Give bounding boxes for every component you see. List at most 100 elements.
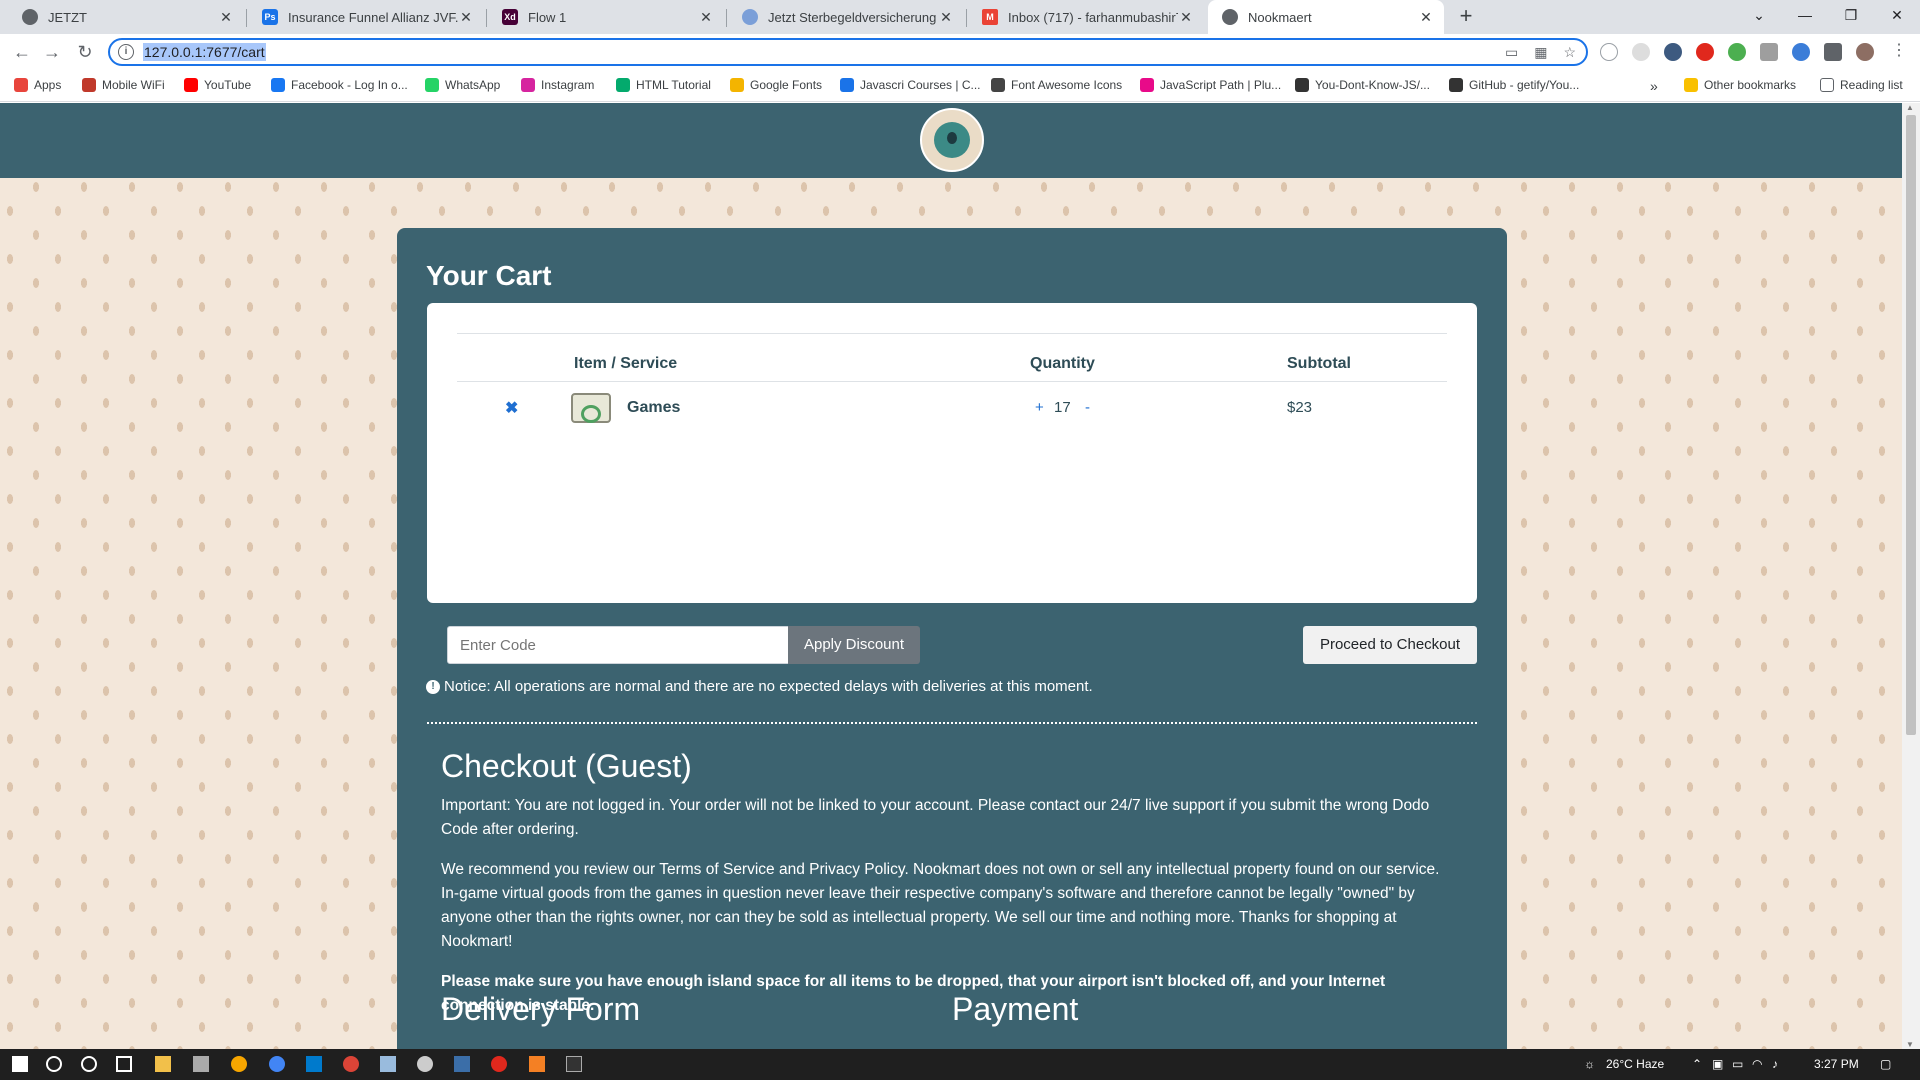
scroll-down-icon[interactable]: ▼ (1906, 1040, 1914, 1049)
vscode-icon[interactable] (306, 1056, 322, 1072)
bookmark-javascript-courses[interactable]: Javascri Courses | C... (840, 78, 980, 92)
extension-gear-icon[interactable] (1792, 43, 1810, 61)
notice-text: Notice: All operations are normal and th… (444, 678, 1093, 695)
close-tab-icon[interactable]: ✕ (938, 9, 954, 25)
maximize-button[interactable]: ❐ (1828, 0, 1874, 30)
notepad-icon[interactable] (380, 1056, 396, 1072)
close-tab-icon[interactable]: ✕ (1418, 9, 1434, 25)
bookmarks-overflow-button[interactable]: » (1650, 78, 1658, 94)
reload-button[interactable]: ↻ (73, 41, 97, 65)
delivery-form-title: Delivery Form (441, 991, 641, 1027)
cart-title: Your Cart (426, 260, 552, 291)
bookmark-html-tutorial[interactable]: HTML Tutorial (616, 78, 711, 92)
weather-text[interactable]: 26°C Haze (1606, 1057, 1664, 1071)
tab-insurance-funnel[interactable]: Ps Insurance Funnel Allianz JVF.xd ✕ (248, 0, 484, 34)
bookmark-google-fonts[interactable]: Google Fonts (730, 78, 822, 92)
close-tab-icon[interactable]: ✕ (458, 9, 474, 25)
quantity-value: 17 (1054, 399, 1071, 416)
reading-list-button[interactable]: Reading list (1820, 78, 1903, 92)
discount-code-input[interactable] (447, 626, 789, 664)
exclamation-circle-icon: ! (426, 679, 440, 694)
site-logo[interactable] (920, 108, 984, 172)
bookmark-facebook[interactable]: Facebook - Log In o... (271, 78, 408, 92)
close-window-button[interactable]: ✕ (1874, 0, 1920, 30)
close-tab-icon[interactable]: ✕ (1178, 9, 1194, 25)
page-scrollbar[interactable]: ▲ ▼ (1902, 103, 1920, 1049)
back-button[interactable]: ← (10, 41, 34, 65)
extensions-puzzle-icon[interactable] (1824, 43, 1842, 61)
forward-button[interactable]: → (40, 41, 64, 65)
bookmark-github-getify[interactable]: GitHub - getify/You... (1449, 78, 1579, 92)
bookmark-star-icon[interactable]: ☆ (1563, 44, 1576, 61)
bookmark-javascript-path[interactable]: JavaScript Path | Plu... (1140, 78, 1281, 92)
qr-code-icon[interactable]: ▦ (1534, 44, 1547, 61)
opera-icon[interactable] (491, 1056, 507, 1072)
app-icon[interactable] (193, 1056, 209, 1072)
notifications-icon[interactable]: ▢ (1880, 1057, 1891, 1071)
weather-icon[interactable]: ☼ (1584, 1057, 1595, 1071)
extension-shield-icon[interactable] (1696, 43, 1714, 61)
bookmark-apps[interactable]: Apps (14, 78, 61, 92)
quantity-increase-button[interactable]: + (1035, 399, 1044, 416)
tab-flow-1[interactable]: Xd Flow 1 ✕ (488, 0, 724, 34)
site-info-icon[interactable]: i (118, 44, 134, 60)
bookmark-instagram[interactable]: Instagram (521, 78, 594, 92)
task-view-icon[interactable] (116, 1056, 132, 1072)
column-header-quantity: Quantity (1030, 355, 1095, 372)
tab-gmail-inbox[interactable]: M Inbox (717) - farhanmubashir786 ✕ (968, 0, 1204, 34)
app-icon[interactable] (231, 1056, 247, 1072)
terminal-icon[interactable] (566, 1056, 582, 1072)
scroll-up-icon[interactable]: ▲ (1906, 103, 1914, 112)
sublime-icon[interactable] (529, 1056, 545, 1072)
bookmark-mobile-wifi[interactable]: Mobile WiFi (82, 78, 165, 92)
chrome-icon[interactable] (269, 1056, 285, 1072)
clock[interactable]: 3:27 PM (1814, 1057, 1859, 1071)
cortana-icon[interactable] (81, 1056, 97, 1072)
app-icon[interactable] (417, 1056, 433, 1072)
app-icon[interactable] (454, 1056, 470, 1072)
profile-avatar[interactable] (1856, 43, 1874, 61)
minimize-button[interactable]: — (1782, 0, 1828, 30)
network-icon[interactable]: ▣ (1712, 1057, 1723, 1071)
item-subtotal: $23 (1287, 399, 1313, 416)
extension-leaf-icon[interactable] (1728, 43, 1746, 61)
close-tab-icon[interactable]: ✕ (698, 9, 714, 25)
extension-camera-icon[interactable] (1760, 43, 1778, 61)
w3schools-icon (616, 78, 630, 92)
tab-jetzt[interactable]: JETZT ✕ (8, 0, 244, 34)
bookmark-font-awesome[interactable]: Font Awesome Icons (991, 78, 1122, 92)
extension-a-icon[interactable] (1632, 43, 1650, 61)
tab-search-button[interactable]: ⌄ (1736, 0, 1782, 30)
chrome-active-icon[interactable] (343, 1056, 359, 1072)
cast-icon[interactable]: ▭ (1505, 44, 1518, 61)
search-icon[interactable] (46, 1056, 62, 1072)
battery-icon[interactable]: ▭ (1732, 1057, 1743, 1071)
apply-discount-button[interactable]: Apply Discount (788, 626, 920, 664)
volume-icon[interactable]: ♪ (1772, 1057, 1778, 1071)
proceed-to-checkout-button[interactable]: Proceed to Checkout (1303, 626, 1477, 664)
windows-taskbar: ☼ 26°C Haze ⌃ ▣ ▭ ◠ ♪ 3:27 PM ▢ (0, 1049, 1920, 1080)
file-explorer-icon[interactable] (155, 1056, 171, 1072)
extension-globe-icon[interactable] (1600, 43, 1618, 61)
address-bar[interactable]: i 127.0.0.1:7677/cart ▭ ▦ ☆ (108, 38, 1588, 66)
new-tab-button[interactable]: + (1455, 5, 1477, 28)
section-divider (427, 722, 1477, 724)
wifi-icon[interactable]: ◠ (1752, 1057, 1762, 1071)
remove-item-button[interactable]: ✖ (505, 398, 518, 418)
payment-title: Payment (952, 991, 1079, 1027)
tab-nookmaert[interactable]: Nookmaert ✕ (1208, 0, 1444, 34)
scrollbar-thumb[interactable] (1906, 115, 1916, 735)
bookmark-whatsapp[interactable]: WhatsApp (425, 78, 500, 92)
close-tab-icon[interactable]: ✕ (218, 9, 234, 25)
tab-sterbegeld[interactable]: Jetzt Sterbegeldversicherung finden ✕ (728, 0, 964, 34)
terms-text: We recommend you review our Terms of Ser… (441, 861, 1440, 950)
quantity-decrease-button[interactable]: - (1085, 399, 1090, 416)
extension-k-icon[interactable] (1664, 43, 1682, 61)
windows-start-icon[interactable] (12, 1056, 28, 1072)
bookmark-you-dont-know-js[interactable]: You-Dont-Know-JS/... (1295, 78, 1430, 92)
other-bookmarks-folder[interactable]: Other bookmarks (1684, 78, 1796, 92)
menu-kebab-icon[interactable]: ⋮ (1890, 43, 1908, 61)
url-text[interactable]: 127.0.0.1:7677/cart (143, 43, 266, 61)
tray-chevron-icon[interactable]: ⌃ (1692, 1057, 1702, 1071)
bookmark-youtube[interactable]: YouTube (184, 78, 251, 92)
